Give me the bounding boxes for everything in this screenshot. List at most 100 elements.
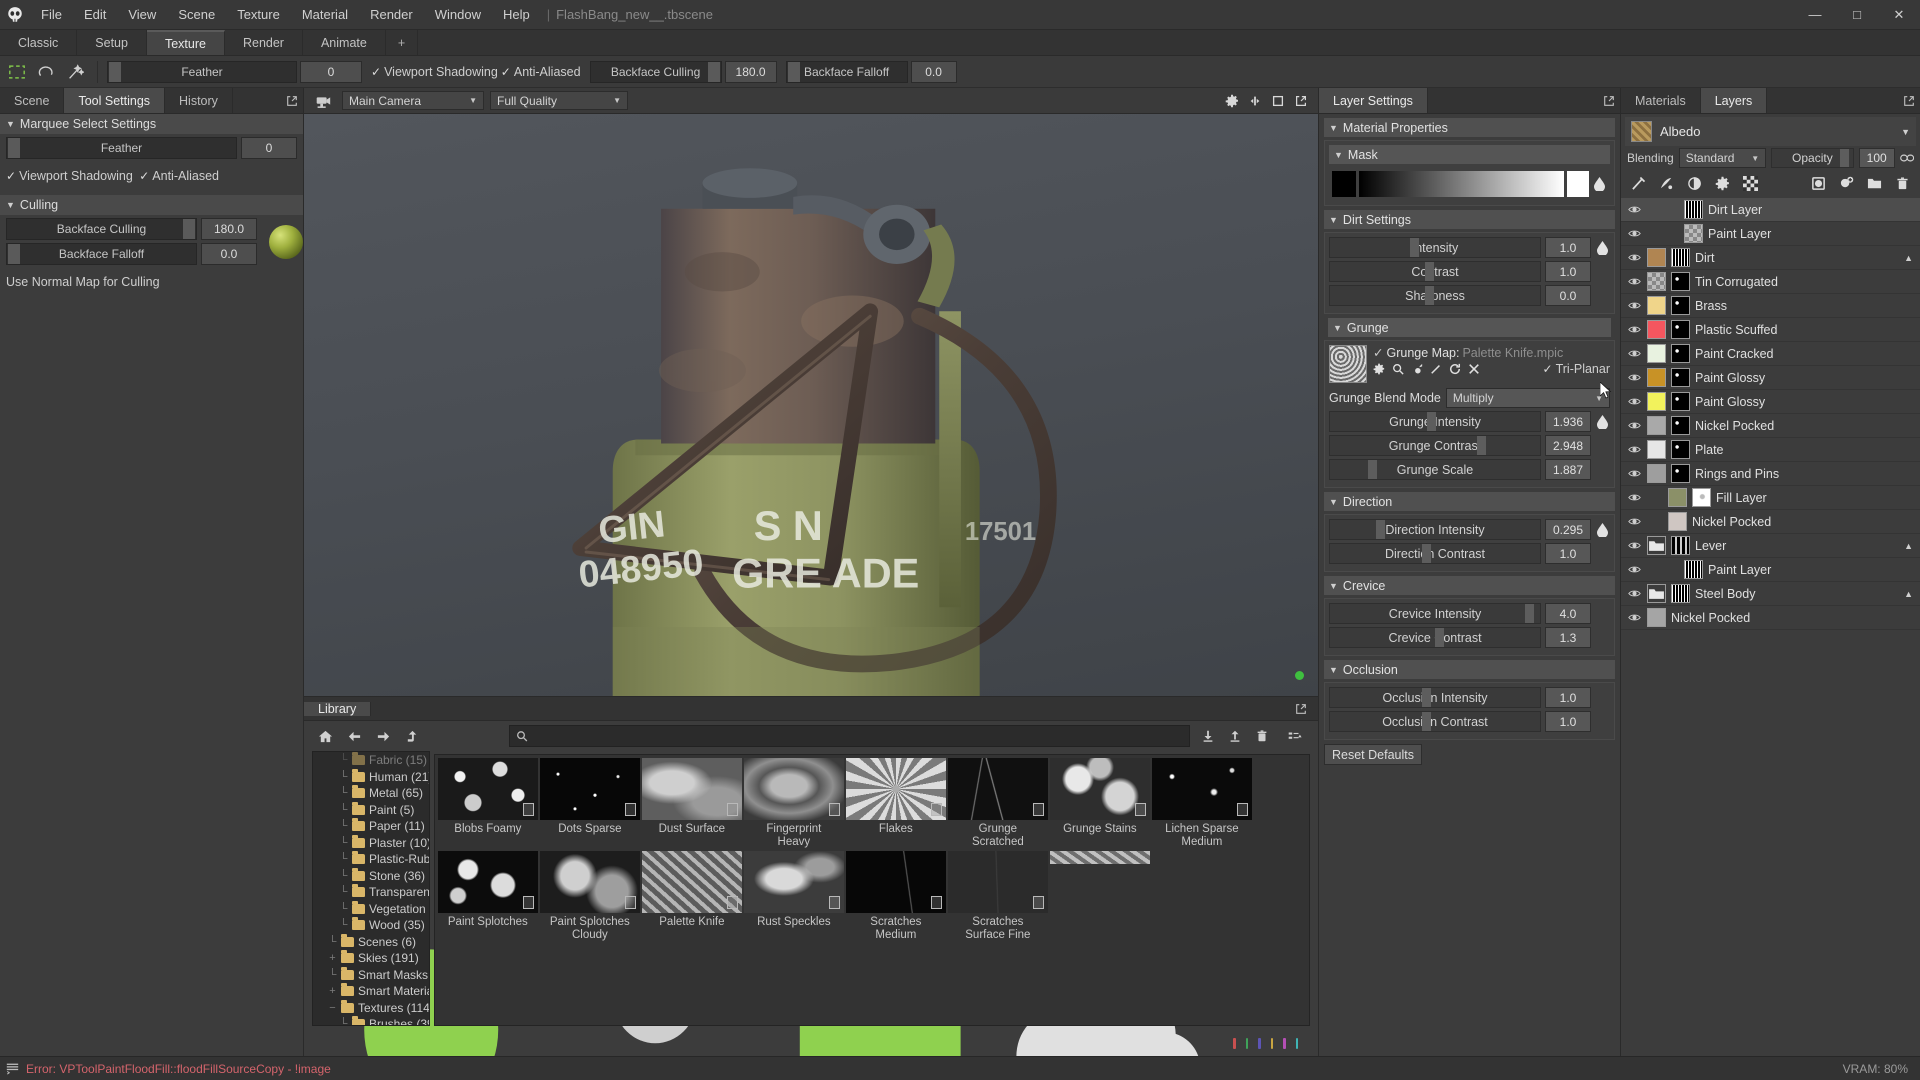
layers-panel-tabs[interactable]: Materials Layers bbox=[1621, 88, 1920, 114]
tab-scene[interactable]: Scene bbox=[0, 88, 64, 113]
feather-slider[interactable]: Feather bbox=[107, 61, 297, 83]
grunge-intensity-slider[interactable]: Grunge Intensity bbox=[1329, 411, 1541, 432]
visibility-eye-icon[interactable] bbox=[1627, 397, 1642, 406]
popout-icon[interactable] bbox=[1290, 703, 1312, 715]
layer-row[interactable]: Nickel Pocked bbox=[1621, 510, 1920, 534]
layout-tab-strip[interactable]: Classic Setup Texture Render Animate + bbox=[0, 30, 1920, 56]
visibility-eye-icon[interactable] bbox=[1627, 445, 1642, 454]
gear-icon[interactable] bbox=[1715, 176, 1730, 191]
library-folder-tree[interactable]: └Fabric (15)└Human (21)└Metal (65)└Paint… bbox=[312, 751, 430, 1026]
layer-list[interactable]: Dirt LayerPaint LayerDirt▲Tin Corrugated… bbox=[1621, 198, 1920, 1056]
layer-row[interactable]: Fill Layer bbox=[1621, 486, 1920, 510]
move-gizmo-icon[interactable] bbox=[1248, 94, 1262, 108]
grunge-blend-mode-select[interactable]: Multiply ▼ bbox=[1446, 388, 1610, 408]
adjust-icon[interactable] bbox=[1687, 176, 1702, 191]
fill-icon[interactable] bbox=[1659, 176, 1674, 191]
layer-thumbnail[interactable] bbox=[1668, 488, 1687, 507]
feather-slider-left[interactable]: Feather bbox=[6, 137, 237, 159]
layer-row[interactable]: Paint Layer bbox=[1621, 558, 1920, 582]
grunge-scale-slider[interactable]: Grunge Scale bbox=[1329, 459, 1541, 480]
home-icon[interactable] bbox=[318, 729, 333, 744]
section-marquee-select-settings[interactable]: ▼ Marquee Select Settings bbox=[0, 114, 303, 134]
section-direction[interactable]: ▼ Direction bbox=[1324, 492, 1615, 511]
tab-layer-settings[interactable]: Layer Settings bbox=[1319, 88, 1428, 113]
tree-node[interactable]: └Vegetation (13) bbox=[313, 901, 429, 918]
library-footer[interactable] bbox=[304, 1030, 1318, 1056]
layer-thumbnail[interactable] bbox=[1647, 368, 1666, 387]
layer-mask-thumbnail[interactable] bbox=[1671, 296, 1690, 315]
visibility-eye-icon[interactable] bbox=[1627, 493, 1642, 502]
tree-node[interactable]: └Smart Masks (7) bbox=[313, 967, 429, 984]
color-swatch-yellow[interactable] bbox=[1271, 1038, 1273, 1049]
library-thumbnail[interactable]: Fingerprint Heavy bbox=[744, 758, 844, 849]
layer-row[interactable]: Steel Body▲ bbox=[1621, 582, 1920, 606]
layer-thumbnail[interactable] bbox=[1647, 536, 1666, 555]
visibility-eye-icon[interactable] bbox=[1627, 325, 1642, 334]
console-icon[interactable] bbox=[6, 1062, 19, 1075]
contrast-slider[interactable]: Contrast bbox=[1329, 261, 1541, 282]
visibility-eye-icon[interactable] bbox=[1627, 517, 1642, 526]
library-thumbnail[interactable]: Scratches Medium bbox=[846, 851, 946, 942]
layer-mask-thumbnail[interactable] bbox=[1671, 416, 1690, 435]
visibility-eye-icon[interactable] bbox=[1627, 373, 1642, 382]
library-thumbnail[interactable]: Palette Knife bbox=[642, 851, 742, 942]
popout-icon[interactable] bbox=[1294, 94, 1308, 108]
trash-icon[interactable] bbox=[1253, 729, 1271, 743]
mask-black-swatch[interactable] bbox=[1332, 171, 1356, 197]
intensity-slider[interactable]: Intensity bbox=[1329, 237, 1541, 258]
camera-select[interactable]: Main Camera ▼ bbox=[342, 91, 484, 110]
menu-render[interactable]: Render bbox=[359, 0, 424, 30]
tab-library[interactable]: Library bbox=[304, 702, 371, 716]
marquee-select-icon[interactable] bbox=[4, 59, 30, 85]
back-arrow-icon[interactable] bbox=[347, 729, 362, 744]
mask-white-swatch[interactable] bbox=[1567, 171, 1589, 197]
tree-node[interactable]: └Metal (65) bbox=[313, 785, 429, 802]
layer-thumbnail[interactable] bbox=[1684, 224, 1703, 243]
tab-tool-settings[interactable]: Tool Settings bbox=[64, 88, 165, 113]
anti-aliased-checkbox-left[interactable]: ✓ Anti-Aliased bbox=[139, 169, 219, 183]
backface-falloff-value-left[interactable]: 0.0 bbox=[201, 243, 257, 265]
grunge-map-actions[interactable]: ✓ Tri-Planar bbox=[1373, 362, 1610, 376]
backface-culling-slider[interactable]: Backface Culling bbox=[590, 61, 722, 83]
occlusion-contrast-slider[interactable]: Occlusion Contrast bbox=[1329, 711, 1541, 732]
visibility-eye-icon[interactable] bbox=[1627, 253, 1642, 262]
grunge-scale-value[interactable]: 1.887 bbox=[1545, 459, 1591, 480]
menu-scene[interactable]: Scene bbox=[167, 0, 226, 30]
library-thumbnail[interactable]: Flakes bbox=[846, 758, 946, 849]
layer-settings-tabs[interactable]: Layer Settings bbox=[1319, 88, 1620, 114]
tree-node[interactable]: └Plastic-Rubber (19) bbox=[313, 851, 429, 868]
visibility-eye-icon[interactable] bbox=[1627, 421, 1642, 430]
layer-mask-thumbnail[interactable] bbox=[1671, 368, 1690, 387]
blending-select[interactable]: Standard ▼ bbox=[1679, 148, 1766, 168]
tree-node[interactable]: └Paper (11) bbox=[313, 818, 429, 835]
visibility-eye-icon[interactable] bbox=[1627, 469, 1642, 478]
eyedropper-drop-icon[interactable] bbox=[1595, 241, 1610, 255]
layer-mask-thumbnail[interactable] bbox=[1671, 248, 1690, 267]
backface-falloff-value[interactable]: 0.0 bbox=[911, 61, 957, 83]
library-thumbnail-partial[interactable] bbox=[1050, 851, 1150, 942]
crevice-intensity-value[interactable]: 4.0 bbox=[1545, 603, 1591, 624]
layer-row[interactable]: Paint Glossy bbox=[1621, 390, 1920, 414]
tab-render[interactable]: Render bbox=[225, 30, 303, 55]
tree-node[interactable]: └Human (21) bbox=[313, 769, 429, 786]
direction-intensity-value[interactable]: 0.295 bbox=[1545, 519, 1591, 540]
reset-defaults-button[interactable]: Reset Defaults bbox=[1324, 744, 1422, 765]
up-level-icon[interactable] bbox=[405, 729, 420, 744]
menu-window[interactable]: Window bbox=[424, 0, 492, 30]
camera-icon[interactable] bbox=[310, 88, 336, 114]
direction-contrast-slider[interactable]: Direction Contrast bbox=[1329, 543, 1541, 564]
opacity-slider[interactable]: Opacity bbox=[1771, 148, 1854, 168]
link-icon[interactable] bbox=[1900, 152, 1914, 164]
grunge-contrast-slider[interactable]: Grunge Contrast bbox=[1329, 435, 1541, 456]
layer-mask-thumbnail[interactable] bbox=[1671, 392, 1690, 411]
collapse-group-icon[interactable]: ▲ bbox=[1904, 541, 1913, 551]
color-swatch-blue[interactable] bbox=[1258, 1038, 1260, 1049]
backface-culling-slider-left[interactable]: Backface Culling bbox=[6, 218, 197, 240]
layer-mask-thumbnail[interactable] bbox=[1671, 344, 1690, 363]
tri-planar-checkbox[interactable]: ✓ Tri-Planar bbox=[1543, 362, 1610, 376]
download-icon[interactable] bbox=[1199, 729, 1217, 743]
remove-icon[interactable] bbox=[1468, 363, 1480, 375]
section-material-properties[interactable]: ▼ Material Properties bbox=[1324, 118, 1615, 137]
intensity-value[interactable]: 1.0 bbox=[1545, 237, 1591, 258]
section-culling[interactable]: ▼ Culling bbox=[0, 195, 303, 215]
